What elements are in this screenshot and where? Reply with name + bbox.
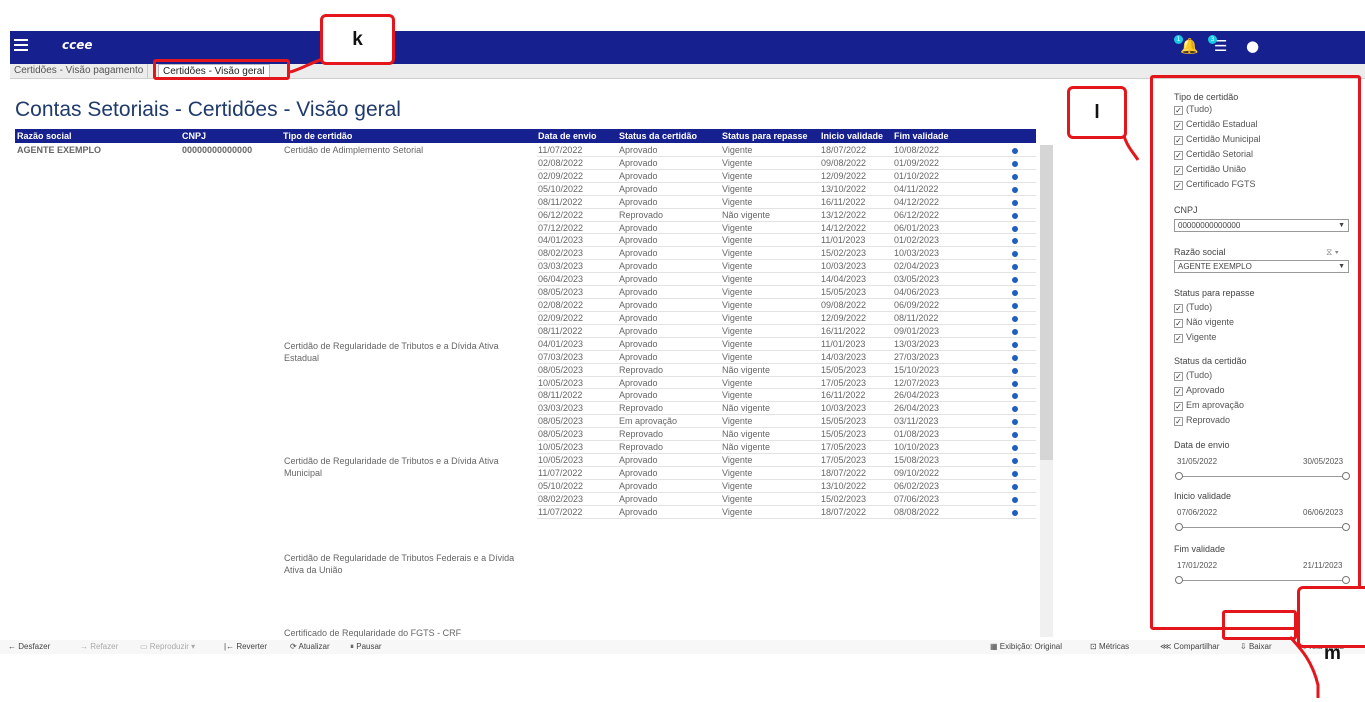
callout-k: k: [320, 14, 395, 65]
callout-l: l: [1067, 86, 1127, 139]
callout-m: m: [1297, 586, 1365, 664]
callout-connectors: [289, 53, 1320, 698]
